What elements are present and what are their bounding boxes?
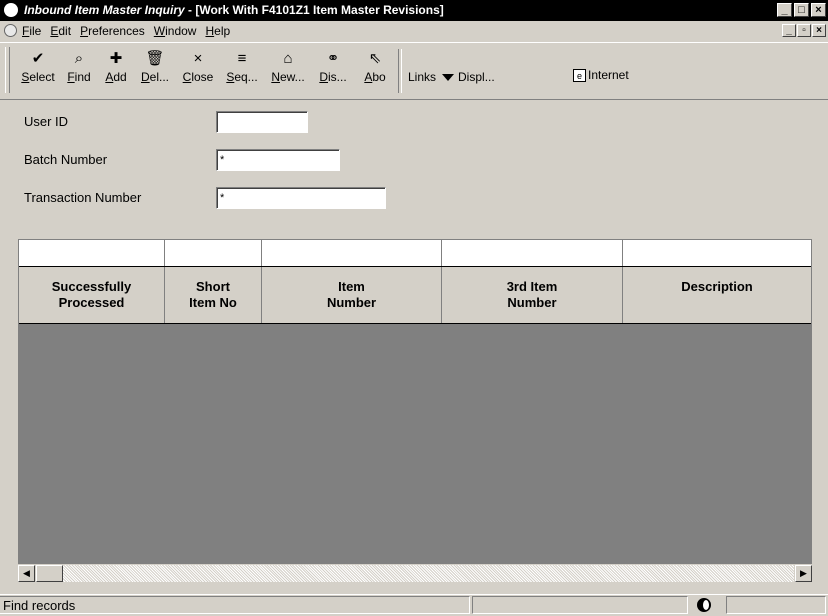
add-icon: ✚ <box>109 50 123 67</box>
sequence-icon: ≡ <box>237 50 247 67</box>
new-button[interactable]: ⌂ New... <box>266 49 310 84</box>
display-icon: ⚭ <box>326 50 340 67</box>
document-icon[interactable] <box>4 24 17 37</box>
qbe-cell-description[interactable] <box>623 240 811 266</box>
menu-window[interactable]: Window <box>154 24 197 38</box>
status-bar: Find records <box>0 594 828 616</box>
batch-number-label: Batch Number <box>24 152 108 167</box>
toolbar-grip[interactable] <box>5 47 10 93</box>
column-header-item-number[interactable]: Item Number <box>262 267 442 323</box>
query-form: User ID Batch Number Transaction Number <box>0 101 828 225</box>
column-header-short-item-no[interactable]: Short Item No <box>165 267 262 323</box>
checkmark-icon: ✔ <box>31 50 45 67</box>
transaction-number-label: Transaction Number <box>24 190 142 205</box>
qbe-cell-successfully-processed[interactable] <box>19 240 165 266</box>
user-id-label: User ID <box>24 114 69 129</box>
display-dropdown[interactable]: Displ... <box>442 70 495 84</box>
find-button[interactable]: ⌕ Find <box>62 49 96 84</box>
new-icon: ⌂ <box>283 50 293 67</box>
close-button[interactable]: × Close <box>178 49 218 84</box>
delete-button[interactable]: 🗑 Del... <box>135 49 175 84</box>
internet-icon: e <box>573 68 586 82</box>
about-button[interactable]: ⇖ Abo <box>358 49 392 84</box>
minimize-button[interactable]: _ <box>777 3 792 17</box>
scroll-track[interactable] <box>36 565 794 582</box>
links-button[interactable]: Links <box>408 70 436 84</box>
menu-bar: File Edit Preferences Window Help _ ▫ × <box>0 21 828 41</box>
trash-icon: 🗑 <box>145 50 165 67</box>
find-icon: ⌕ <box>74 50 84 67</box>
transaction-number-field[interactable] <box>216 187 386 209</box>
close-window-button[interactable]: × <box>811 3 826 17</box>
grid-header: Successfully Processed Short Item No Item N… <box>19 267 811 324</box>
user-id-field[interactable] <box>216 111 308 133</box>
status-panel-3 <box>726 596 826 614</box>
dropdown-arrow-icon <box>442 74 455 81</box>
title-bar: Inbound Item Master Inquiry - [Work With… <box>0 0 828 21</box>
select-button[interactable]: ✔ Select <box>16 49 60 84</box>
scroll-right-button[interactable]: ▶ <box>795 565 812 582</box>
display-button[interactable]: ⚭ Dis... <box>313 49 353 84</box>
scroll-left-button[interactable]: ◀ <box>18 565 35 582</box>
qbe-cell-item-number[interactable] <box>262 240 442 266</box>
status-panel-2 <box>472 596 688 614</box>
batch-number-field[interactable] <box>216 149 340 171</box>
links-group: Links Displ... <box>408 70 495 84</box>
grid-body[interactable] <box>19 324 811 563</box>
app-icon[interactable] <box>4 3 18 17</box>
status-text: Find records <box>0 596 470 614</box>
column-header-successfully-processed[interactable]: Successfully Processed <box>19 267 165 323</box>
menu-file[interactable]: File <box>22 24 41 38</box>
column-header-3rd-item-number[interactable]: 3rd Item Number <box>442 267 623 323</box>
mdi-restore-button[interactable]: ▫ <box>797 24 811 37</box>
globe-icon <box>697 598 711 612</box>
qbe-cell-3rd-item-number[interactable] <box>442 240 623 266</box>
internet-button[interactable]: e Internet <box>573 68 629 82</box>
maximize-button[interactable]: □ <box>794 3 809 17</box>
about-icon: ⇖ <box>368 50 382 67</box>
mdi-minimize-button[interactable]: _ <box>782 24 796 37</box>
sequence-button[interactable]: ≡ Seq... <box>222 49 262 84</box>
menu-help[interactable]: Help <box>205 24 230 38</box>
qbe-cell-short-item-no[interactable] <box>165 240 262 266</box>
results-grid: Successfully Processed Short Item No Item N… <box>18 239 812 564</box>
close-icon: × <box>193 50 203 67</box>
scroll-thumb[interactable] <box>36 565 63 582</box>
toolbar: ✔ Select ⌕ Find ✚ Add 🗑 Del... × Close ≡… <box>0 42 828 100</box>
toolbar-separator <box>398 49 402 93</box>
add-button[interactable]: ✚ Add <box>100 49 132 84</box>
menu-preferences[interactable]: Preferences <box>80 24 145 38</box>
mdi-close-button[interactable]: × <box>812 24 826 37</box>
horizontal-scrollbar[interactable]: ◀ ▶ <box>18 565 812 582</box>
column-header-description[interactable]: Description <box>623 267 811 323</box>
menu-edit[interactable]: Edit <box>50 24 71 38</box>
query-by-example-row <box>19 240 811 267</box>
window-title: Inbound Item Master Inquiry - [Work With… <box>24 3 444 17</box>
